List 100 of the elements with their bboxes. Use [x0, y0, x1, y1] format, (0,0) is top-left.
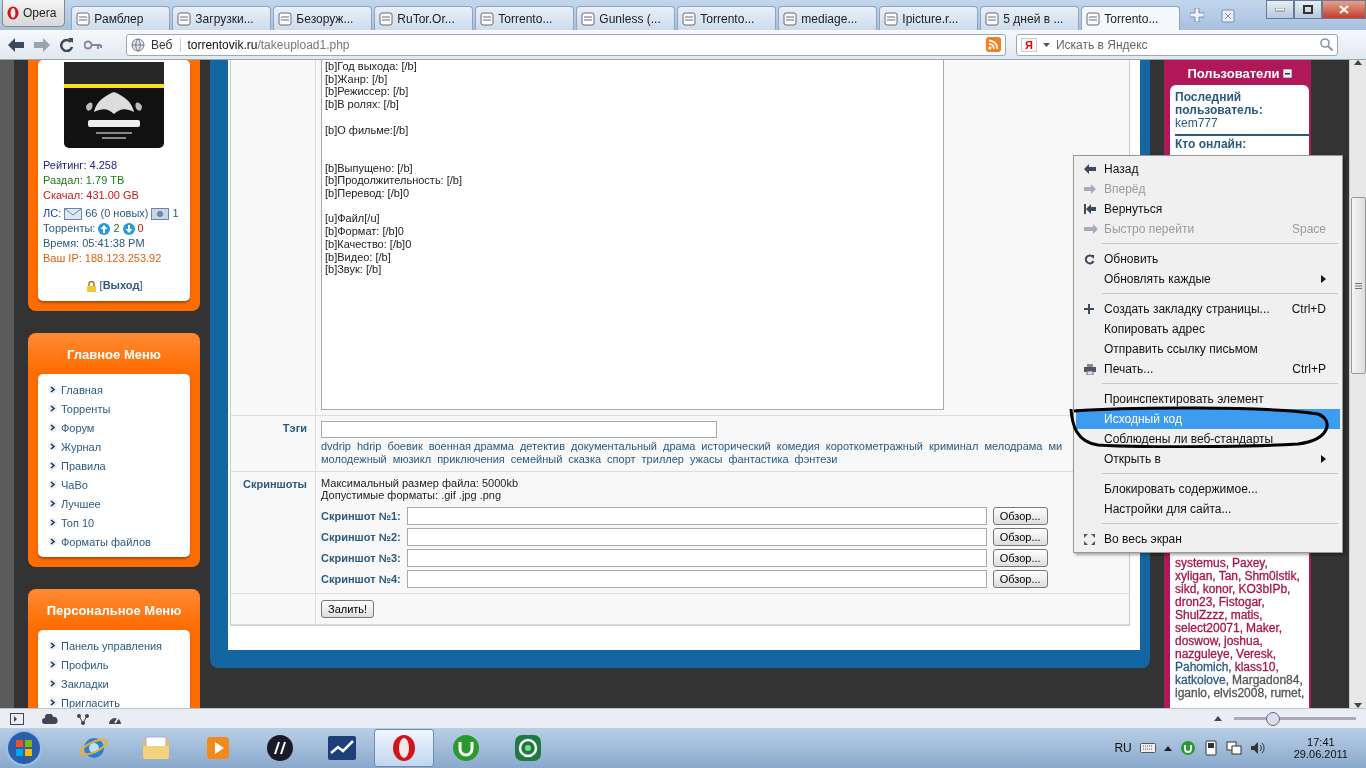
context-menu-item[interactable]: Назад	[1076, 159, 1340, 179]
context-menu-item[interactable]: Проинспектировать элемент	[1076, 389, 1340, 409]
browser-tab[interactable]: Torrento...	[475, 6, 575, 30]
menu-link[interactable]: Правила	[43, 456, 185, 475]
inbox-count[interactable]: 66 (0 новых)	[85, 206, 149, 221]
tag-link[interactable]: приключения	[437, 453, 505, 466]
context-menu-item[interactable]: Обновлять каждые	[1076, 269, 1340, 289]
start-orb-icon[interactable]	[4, 729, 44, 767]
context-menu-item[interactable]: Копировать адрес	[1076, 319, 1340, 339]
tag-link[interactable]: фантастика	[728, 453, 789, 466]
user-link[interactable]: sikd,	[1175, 583, 1200, 596]
cloud-icon[interactable]	[42, 713, 58, 724]
user-link[interactable]: rumet,	[1270, 687, 1305, 700]
tag-link[interactable]: военная драмма	[428, 440, 514, 453]
tray-up-arrow-icon[interactable]	[1163, 745, 1172, 751]
panel-icon[interactable]	[10, 712, 24, 725]
tag-link[interactable]: семейный	[510, 453, 563, 466]
last-user-link[interactable]: kem777	[1175, 117, 1309, 130]
browser-tab[interactable]: Рамблер	[71, 6, 171, 30]
folder-icon[interactable]	[141, 735, 171, 761]
new-tab-plus-icon[interactable]	[1190, 8, 1205, 22]
menu-link[interactable]: Топ 10	[43, 513, 185, 532]
user-link[interactable]: systemus,	[1175, 557, 1229, 570]
u-logo-icon[interactable]	[1179, 740, 1196, 756]
search-icon[interactable]	[1320, 38, 1333, 51]
browser-tab[interactable]: Gunless (...	[576, 6, 676, 30]
tag-link[interactable]: триллер	[641, 453, 684, 466]
user-link[interactable]: klass10,	[1234, 661, 1279, 674]
user-link[interactable]: konor,	[1202, 583, 1236, 596]
share-icon[interactable]	[76, 712, 90, 725]
browser-tab[interactable]: RuTor.Or...	[374, 6, 474, 30]
reload-icon[interactable]	[60, 37, 74, 52]
tag-link[interactable]: исторический	[701, 440, 771, 453]
context-menu-item[interactable]: Создать закладку страницы... Ctrl+D	[1076, 299, 1340, 319]
user-link[interactable]: Paxey,	[1232, 557, 1268, 570]
user-link[interactable]: Pahomich,	[1175, 661, 1232, 674]
user-link[interactable]: elvis2008,	[1213, 687, 1268, 700]
browser-tab[interactable]: 5 дней в ...	[980, 6, 1080, 30]
clock[interactable]: 17:41 29.06.2011	[1293, 736, 1348, 760]
ring-icon[interactable]	[391, 733, 417, 763]
media-play-icon[interactable]	[204, 734, 232, 762]
menu-link[interactable]: Закладки	[43, 674, 185, 693]
collapse-icon[interactable]	[1282, 69, 1292, 78]
round-logo-icon[interactable]	[266, 734, 294, 762]
language-indicator[interactable]: RU	[1114, 741, 1132, 755]
tag-link[interactable]: мелодрама	[984, 440, 1043, 453]
taskbar-app[interactable]	[374, 729, 434, 767]
user-link[interactable]: xyligan,	[1175, 570, 1216, 583]
scrollbar[interactable]	[1349, 60, 1366, 708]
description-textarea[interactable]: [b]Год выхода: [/b] [b]Жанр: [/b] [b]Режиссер: [/b] [b]В ролях: [/b] [b]О фильме:[/b] [b]Выпущено: [/b] [b]Продолжительность: [/b] [b]Перевод: [/b]0 [u]Файл[/u] [b]Формат: [/b]0 [b]Качество: [/b]0 [b]Видео: [/b] [b]Звук: [/b]	[321, 60, 944, 410]
menu-link[interactable]: Пригласить	[43, 693, 185, 708]
menu-link[interactable]: Журнал	[43, 437, 185, 456]
context-menu-item[interactable]: Соблюдены ли веб-стандарты	[1076, 429, 1340, 449]
key-icon[interactable]	[84, 39, 102, 50]
rss-icon[interactable]	[986, 37, 1001, 52]
user-link[interactable]: iganlo,	[1175, 687, 1211, 700]
menu-link[interactable]: ЧаВо	[43, 475, 185, 494]
minimize-button[interactable]	[1266, 0, 1294, 19]
browser-tab[interactable]: Загрузки...	[172, 6, 272, 30]
tag-link[interactable]: мюзикл	[392, 453, 432, 466]
user-link[interactable]: Margadon84,	[1232, 674, 1303, 687]
user-link[interactable]: Fistogar,	[1218, 596, 1265, 609]
logout-link[interactable]: [Выход]	[99, 278, 143, 293]
user-link[interactable]: KO3bIPb,	[1238, 583, 1291, 596]
tag-link[interactable]: молодежный	[321, 453, 387, 466]
context-menu-item[interactable]: Вернуться	[1076, 199, 1340, 219]
tag-link[interactable]: спорт	[607, 453, 636, 466]
tag-link[interactable]: ми	[1048, 440, 1063, 453]
user-link[interactable]: doswow,	[1175, 635, 1222, 648]
tag-link[interactable]: фэнтези	[794, 453, 838, 466]
outbox-count[interactable]: 1	[172, 206, 179, 221]
zoom-triangle-icon[interactable]	[1214, 716, 1222, 721]
tag-link[interactable]: комедия	[776, 440, 820, 453]
user-link[interactable]: Maker,	[1246, 622, 1283, 635]
browse-button[interactable]: Обзор...	[992, 549, 1048, 567]
user-link[interactable]: Veresk,	[1236, 648, 1277, 661]
maximize-button[interactable]	[1294, 0, 1322, 19]
device-icon[interactable]	[1203, 740, 1218, 756]
context-menu-item[interactable]: Настройки для сайта...	[1076, 499, 1340, 519]
browser-tab[interactable]: Безоруж...	[273, 6, 373, 30]
menu-link[interactable]: Лучшее	[43, 494, 185, 513]
browser-tab[interactable]: Ipicture.r...	[879, 6, 979, 30]
forward-arrow-icon[interactable]	[34, 37, 50, 52]
volume-icon[interactable]	[1249, 741, 1266, 755]
user-link[interactable]: Tan,	[1218, 570, 1242, 583]
user-link[interactable]: ShulZzzz,	[1175, 609, 1228, 622]
context-menu-item[interactable]: Блокировать содержимое...	[1076, 479, 1340, 499]
network-icon[interactable]	[1225, 740, 1242, 756]
u-logo-icon[interactable]	[451, 733, 481, 763]
tag-link[interactable]: детектив	[519, 440, 566, 453]
tag-link[interactable]: криминал	[929, 440, 979, 453]
browser-tab[interactable]: Torrento...	[1081, 6, 1181, 30]
menu-link[interactable]: Главная	[43, 380, 185, 399]
user-link[interactable]: Shm0lstik,	[1244, 570, 1300, 583]
chart-icon[interactable]	[327, 735, 357, 761]
menu-link[interactable]: Форматы файлов	[43, 532, 185, 551]
context-menu-item[interactable]: Отправить ссылку письмом	[1076, 339, 1340, 359]
file-input[interactable]	[406, 528, 987, 546]
keyboard-icon[interactable]	[1139, 743, 1156, 753]
menu-link[interactable]: Форум	[43, 418, 185, 437]
